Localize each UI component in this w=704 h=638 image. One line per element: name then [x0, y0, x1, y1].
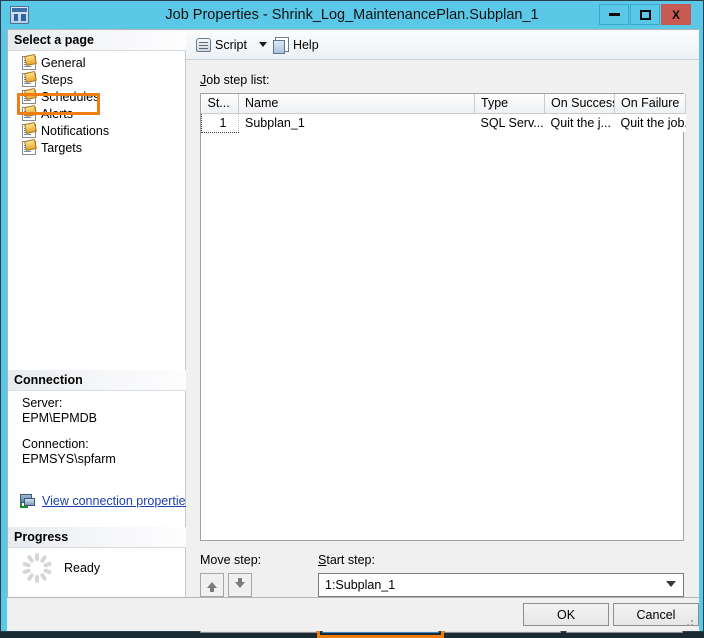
arrow-down-icon — [235, 578, 245, 588]
sidebar-item-label: Steps — [41, 72, 73, 87]
move-step-label: Move step: — [200, 553, 262, 567]
dialog-footer: OK Cancel — [7, 598, 699, 631]
page-icon — [22, 55, 36, 70]
ok-label: OK — [556, 607, 576, 622]
cell-on-success: Quit the j... — [544, 113, 615, 132]
resize-grip[interactable] — [683, 616, 695, 628]
sidebar-item-label: Schedules — [41, 89, 100, 104]
ok-button[interactable]: OK — [523, 603, 609, 626]
script-label: Script — [215, 37, 247, 52]
sidebar-item-label: Alerts — [41, 106, 73, 121]
sidebar: Select a page General Steps Schedules Al… — [8, 30, 192, 597]
sidebar-item-steps[interactable]: Steps — [8, 71, 186, 88]
steps-page-content: Job step list: St... Name Type On Succes… — [186, 61, 699, 638]
column-header-on-failure[interactable]: On Failure — [614, 94, 686, 114]
main-panel: Script Help Job step list: St... Name Ty… — [186, 30, 699, 638]
move-step-up-button[interactable] — [200, 573, 224, 597]
maximize-icon — [639, 9, 651, 20]
script-icon — [196, 37, 211, 52]
close-button[interactable]: X — [661, 4, 691, 25]
sidebar-item-label: General — [41, 55, 86, 70]
toolbar: Script Help — [186, 30, 699, 60]
start-step-label-text: tart step: — [326, 553, 375, 567]
progress-spinner-icon — [22, 553, 52, 583]
move-step-down-button[interactable] — [228, 573, 252, 597]
page-icon — [22, 89, 36, 104]
job-properties-dialog: Job Properties - Shrink_Log_MaintenanceP… — [0, 0, 704, 638]
chevron-down-icon[interactable] — [258, 42, 267, 47]
server-icon — [20, 494, 36, 508]
sidebar-page-list: General Steps Schedules Alerts Notificat… — [8, 54, 186, 156]
page-icon — [22, 72, 36, 87]
progress-status-row: Ready — [8, 553, 186, 583]
column-header-step[interactable]: St... — [201, 94, 239, 114]
sidebar-item-targets[interactable]: Targets — [8, 139, 186, 156]
server-value: EPM\EPMDB — [22, 411, 98, 425]
job-step-list-label-text: ob step list: — [206, 73, 270, 87]
column-header-name[interactable]: Name — [238, 94, 475, 114]
help-button[interactable]: Help — [272, 37, 319, 54]
connection-details: Server: EPM\EPMDB Connection: EPMSYS\spf… — [8, 396, 186, 467]
connection-value: EPMSYS\spfarm — [22, 452, 116, 466]
minimize-icon — [608, 13, 620, 16]
dialog-client-area: Select a page General Steps Schedules Al… — [7, 29, 699, 638]
chevron-down-icon — [666, 581, 676, 587]
job-step-list-label: Job step list: — [200, 73, 269, 87]
help-icon — [272, 37, 289, 54]
column-header-type[interactable]: Type — [474, 94, 545, 114]
page-icon — [22, 123, 36, 138]
server-label: Server: — [22, 396, 63, 410]
script-button[interactable]: Script — [196, 37, 247, 52]
start-step-label: Start step: — [318, 553, 375, 567]
cell-type: SQL Serv... — [474, 113, 545, 132]
connection-header: Connection — [8, 370, 186, 391]
title-bar[interactable]: Job Properties - Shrink_Log_MaintenanceP… — [1, 1, 703, 29]
page-icon — [22, 140, 36, 155]
cell-name: Subplan_1 — [238, 113, 475, 132]
column-header-on-success[interactable]: On Success — [544, 94, 615, 114]
progress-status-text: Ready — [64, 561, 101, 575]
table-header-row: St... Name Type On Success On Failure — [201, 94, 686, 114]
help-label: Help — [292, 37, 319, 52]
close-icon: X — [671, 7, 680, 22]
start-step-value: 1:Subplan_1 — [325, 578, 396, 592]
cancel-label: Cancel — [636, 607, 676, 622]
cell-step: 1 — [201, 112, 239, 133]
view-connection-properties-link[interactable]: View connection properties — [20, 494, 192, 508]
job-step-list-table[interactable]: St... Name Type On Success On Failure 1 … — [200, 93, 686, 541]
window-title: Job Properties - Shrink_Log_MaintenanceP… — [165, 7, 539, 23]
table-row[interactable]: 1 Subplan_1 SQL Serv... Quit the j... Qu… — [201, 112, 686, 133]
sidebar-item-label: Notifications — [41, 123, 110, 138]
sidebar-item-schedules[interactable]: Schedules — [8, 88, 186, 105]
arrow-up-icon — [207, 582, 217, 592]
progress-header: Progress — [8, 527, 186, 548]
sidebar-item-alerts[interactable]: Alerts — [8, 105, 186, 122]
sidebar-item-label: Targets — [41, 140, 82, 155]
cell-on-failure: Quit the job... — [614, 113, 686, 132]
sidebar-item-general[interactable]: General — [8, 54, 186, 71]
sidebar-header: Select a page — [8, 30, 186, 51]
start-step-dropdown[interactable]: 1:Subplan_1 — [318, 573, 684, 597]
sidebar-item-notifications[interactable]: Notifications — [8, 122, 186, 139]
page-icon — [22, 106, 36, 121]
minimize-button[interactable] — [599, 4, 629, 25]
view-connection-properties-label: View connection properties — [42, 494, 192, 508]
connection-label: Connection: — [22, 437, 89, 451]
maximize-button[interactable] — [630, 4, 660, 25]
